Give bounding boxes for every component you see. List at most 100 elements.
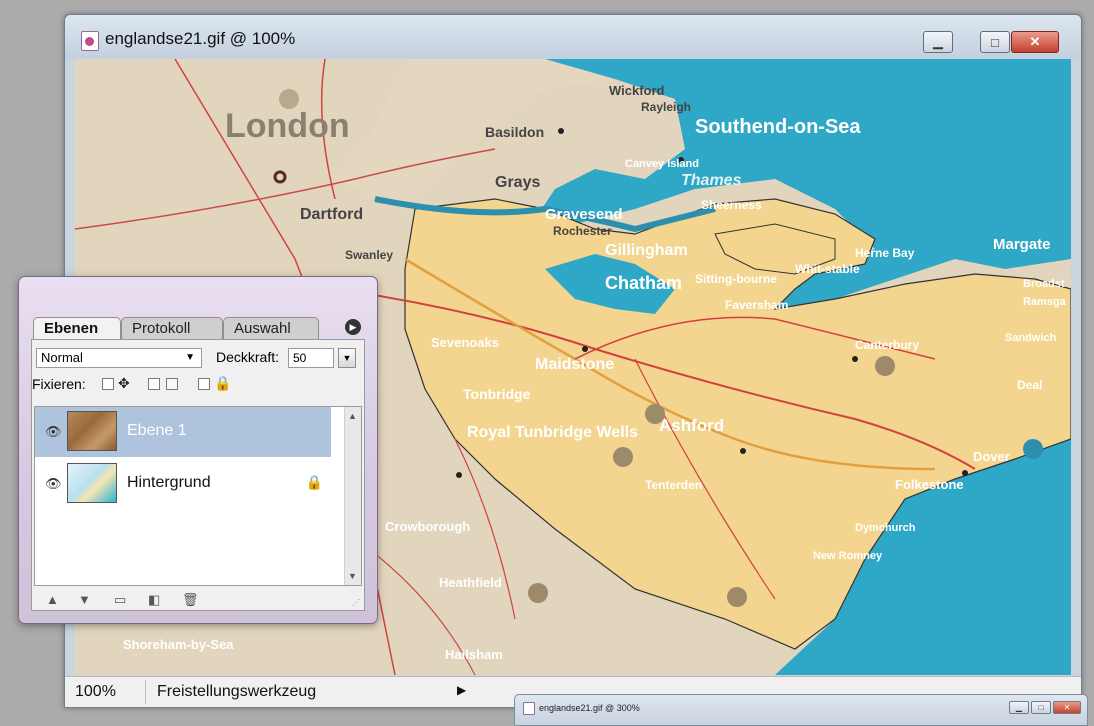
maximize-button[interactable]: □	[980, 31, 1010, 53]
maximize-icon: □	[991, 34, 999, 50]
eye-icon[interactable]: 👁	[45, 424, 62, 440]
label-maidstone: Maidstone	[535, 356, 614, 373]
label-grays: Grays	[495, 174, 540, 191]
label-london: London	[225, 107, 350, 145]
layer-thumbnail	[67, 463, 117, 503]
opacity-input[interactable]: 50	[288, 348, 334, 368]
image-window-titlebar[interactable]: englandse21.gif @ 100% ▁ □ ✕	[65, 15, 1081, 59]
minimize-icon: ▁	[933, 34, 943, 49]
scroll-up-icon[interactable]: ▲	[348, 411, 357, 421]
label-folkestone: Folkestone	[895, 477, 964, 492]
blend-mode-select[interactable]: Normal ▼	[36, 348, 202, 368]
label-sevenoaks: Sevenoaks	[431, 335, 499, 350]
second-minimize-button[interactable]: ▁	[1009, 701, 1029, 714]
panel-menu-icon[interactable]: ▶	[345, 319, 361, 335]
label-tenterden: Tenterden	[645, 478, 702, 492]
label-shoreham: Shoreham-by-Sea	[123, 637, 234, 652]
label-gravesend: Gravesend	[545, 206, 623, 223]
eye-icon[interactable]: 👁	[45, 476, 62, 492]
minimize-icon: ▁	[1015, 703, 1023, 712]
close-button[interactable]: ✕	[1011, 31, 1059, 53]
window-title: englandse21.gif @ 100%	[105, 29, 296, 48]
move-icon: ✥	[118, 375, 130, 391]
second-close-button[interactable]: ✕	[1053, 701, 1081, 714]
blend-mode-value: Normal	[41, 350, 83, 365]
close-icon: ✕	[1063, 703, 1071, 712]
label-sandwich: Sandwich	[1005, 332, 1057, 344]
label-canvey: Canvey Island	[625, 158, 699, 170]
layers-panel: Ebenen Protokoll Auswahl ▶ Normal ▼ Deck…	[18, 276, 378, 624]
label-herne-bay: Herne Bay	[855, 246, 915, 260]
label-southend: Southend-on-Sea	[695, 116, 861, 138]
layer-name: Ebene 1	[127, 422, 187, 439]
label-dartford: Dartford	[300, 206, 363, 223]
label-tonbridge: Tonbridge	[463, 386, 531, 402]
label-whitstable: Whit-stable	[795, 262, 860, 276]
label-gillingham: Gillingham	[605, 242, 688, 259]
layers-panel-body: Normal ▼ Deckkraft: 50 ▼ Fixieren: ✥ 🔒 👁…	[31, 339, 365, 611]
lock-position-checkbox[interactable]	[102, 378, 114, 390]
label-tunbridge: Royal Tunbridge Wells	[467, 424, 638, 441]
chevron-down-icon: ▼	[342, 353, 352, 363]
label-margate: Margate	[993, 236, 1051, 253]
status-separator	[145, 680, 146, 704]
second-window-title: englandse21.gif @ 300%	[539, 703, 640, 713]
transparency-grid-icon	[166, 378, 178, 390]
lock-label: Fixieren:	[32, 376, 86, 392]
layer-list: 👁 Ebene 1 👁 Hintergrund 🔒 ▲ ▼	[34, 406, 362, 586]
label-ramsgate: Ramsga	[1023, 296, 1067, 308]
tab-auswahl[interactable]: Auswahl	[223, 317, 319, 339]
lock-transparency-checkbox[interactable]	[148, 378, 160, 390]
resize-grip-icon[interactable]: ⋰	[352, 598, 360, 607]
label-deal: Deal	[1017, 378, 1042, 392]
scroll-down-icon[interactable]: ▼	[348, 571, 357, 581]
label-chatham: Chatham	[605, 273, 682, 293]
label-hailsham: Hailsham	[445, 647, 503, 662]
trash-icon[interactable]: 🗑	[182, 592, 199, 608]
label-dymchurch: Dymchurch	[855, 522, 916, 534]
lock-icon: 🔒	[305, 474, 323, 490]
label-wickford: Wickford	[609, 83, 665, 98]
second-maximize-button[interactable]: □	[1031, 701, 1051, 714]
label-rochester: Rochester	[553, 224, 612, 238]
layer-name: Hintergrund	[127, 474, 211, 491]
layer-list-scrollbar[interactable]: ▲ ▼	[344, 407, 361, 585]
maximize-icon: □	[1038, 703, 1044, 712]
chevron-down-icon: ▼	[185, 352, 195, 363]
new-layer-icon[interactable]: ◧	[148, 592, 160, 608]
lock-all-checkbox[interactable]	[198, 378, 210, 390]
new-group-icon[interactable]: ▭	[114, 592, 126, 608]
layer-row-hintergrund[interactable]: 👁 Hintergrund 🔒	[35, 459, 331, 509]
label-heathfield: Heathfield	[439, 575, 502, 590]
move-layer-up-icon[interactable]: ▲	[46, 592, 59, 607]
label-canterbury: Canterbury	[855, 338, 919, 352]
label-basildon: Basildon	[485, 124, 544, 140]
label-romney: New Romney	[813, 550, 883, 562]
tab-ebenen[interactable]: Ebenen	[33, 317, 121, 339]
label-faversham: Faversham	[725, 298, 788, 312]
lock-icon: 🔒	[214, 375, 232, 391]
label-rayleigh: Rayleigh	[641, 100, 691, 114]
tab-protokoll[interactable]: Protokoll	[121, 317, 223, 339]
close-icon: ✕	[1029, 34, 1041, 49]
layer-row-ebene-1[interactable]: 👁 Ebene 1	[35, 407, 331, 457]
label-sheerness: Sheerness	[701, 198, 762, 212]
label-sittingbourne: Sitting-bourne	[695, 272, 777, 286]
zoom-level[interactable]: 100%	[75, 683, 116, 701]
label-broadstairs: Broadst	[1023, 278, 1065, 290]
opacity-label: Deckkraft:	[216, 349, 280, 365]
label-swanley: Swanley	[345, 248, 393, 262]
opacity-dropdown-button[interactable]: ▼	[338, 348, 356, 368]
label-crowborough: Crowborough	[385, 519, 470, 534]
layer-thumbnail	[67, 411, 117, 451]
label-dover: Dover	[973, 449, 1010, 464]
layers-panel-footer: ▲ ▼ ▭ ◧ 🗑 ⋰	[32, 590, 362, 610]
current-tool: Freistellungswerkzeug	[157, 683, 317, 700]
status-menu-arrow-icon[interactable]: ▶	[457, 683, 466, 697]
move-layer-down-icon[interactable]: ▼	[78, 592, 91, 607]
minimize-button[interactable]: ▁	[923, 31, 953, 53]
document-icon	[523, 702, 535, 715]
second-image-window[interactable]: englandse21.gif @ 300% ▁ □ ✕	[514, 694, 1088, 726]
label-ashford: Ashford	[659, 416, 724, 435]
label-thames: Thames	[681, 172, 742, 189]
